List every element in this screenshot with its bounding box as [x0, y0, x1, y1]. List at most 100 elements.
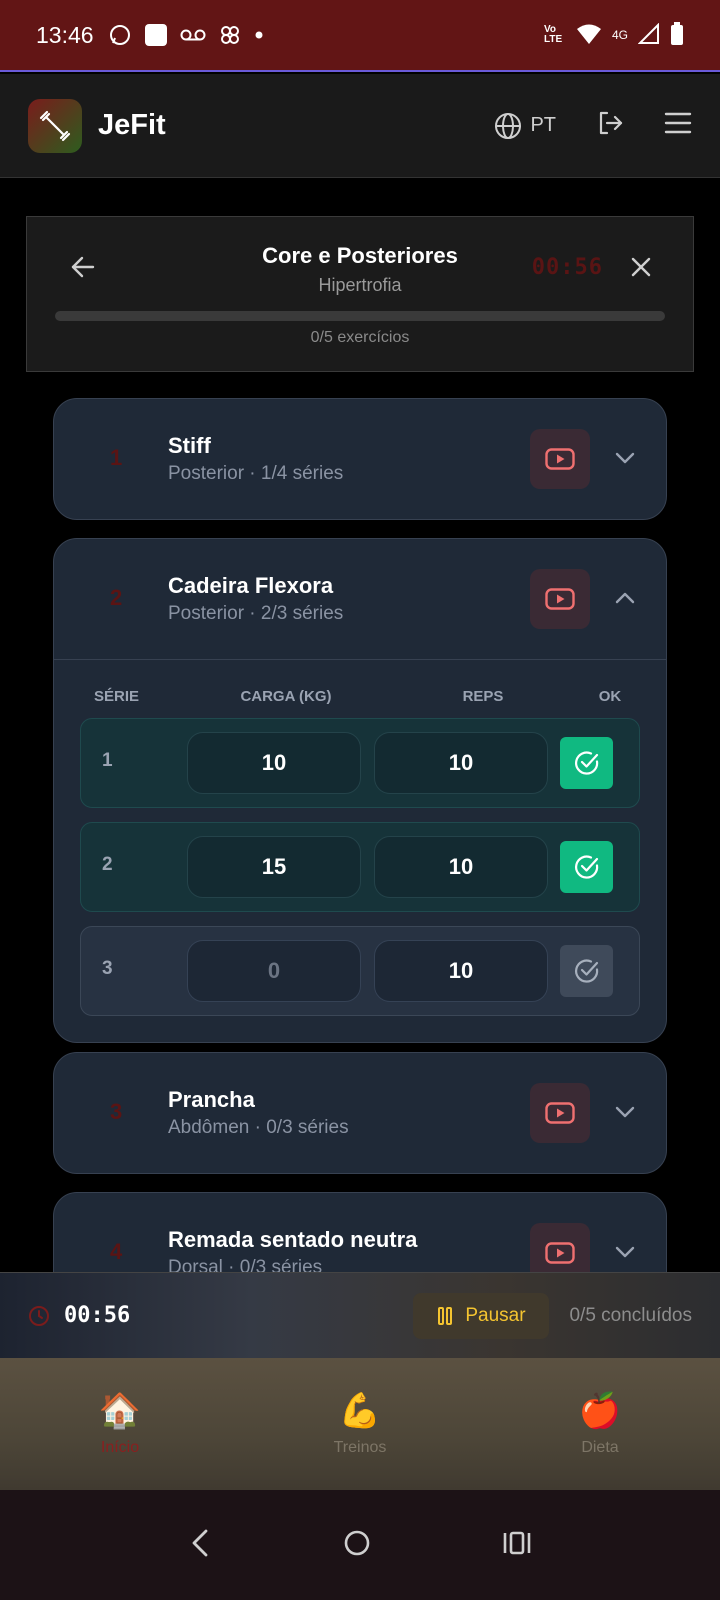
weight-input[interactable]: 15	[187, 836, 361, 898]
completed-count: 0/5 concluídos	[569, 1304, 692, 1326]
weight-input[interactable]: 0	[187, 940, 361, 1002]
expand-button[interactable]	[614, 447, 636, 474]
exercise-number: 2	[110, 585, 123, 610]
column-header-ok: OK	[598, 687, 622, 705]
logout-icon	[599, 111, 623, 135]
complete-set-button[interactable]	[560, 945, 613, 997]
more-notifications-dot-icon	[254, 30, 264, 40]
pause-icon	[438, 1306, 453, 1325]
nav-label: Dieta	[581, 1439, 619, 1456]
reps-input[interactable]: 10	[374, 836, 548, 898]
status-bar: 13:46 Vo LTE 4G	[0, 0, 720, 72]
close-button[interactable]	[629, 255, 653, 284]
check-circle-icon	[574, 855, 598, 879]
app-title: JeFit	[98, 109, 166, 141]
youtube-icon	[545, 1242, 575, 1264]
reps-input[interactable]: 10	[374, 940, 548, 1002]
system-recents-button[interactable]	[502, 1530, 532, 1561]
session-timer-value: 00:56	[64, 1303, 131, 1328]
nav-item-treinos[interactable]: 💪 Treinos	[240, 1358, 480, 1490]
language-switcher[interactable]: PT	[494, 112, 556, 140]
bottom-navigation: 🏠 Início 💪 Treinos 🍎 Dieta	[0, 1358, 720, 1490]
app-header: JeFit PT	[0, 74, 720, 178]
complete-set-button[interactable]	[560, 841, 613, 893]
weight-input[interactable]: 10	[187, 732, 361, 794]
exercise-header[interactable]: 1 Stiff Posterior · 1/4 séries	[54, 399, 666, 519]
set-number: 2	[102, 854, 113, 875]
column-header-carga: CARGA (KG)	[240, 687, 332, 705]
video-button[interactable]	[530, 429, 590, 489]
notification-icons	[108, 23, 264, 47]
nav-label: Treinos	[333, 1439, 387, 1456]
dumbbell-icon	[39, 110, 71, 141]
set-row: 1 10 10	[80, 718, 640, 808]
exercise-name: Cadeira Flexora	[168, 573, 334, 598]
voicemail-icon	[180, 27, 206, 43]
system-back-button[interactable]	[188, 1528, 212, 1563]
exercise-header[interactable]: 3 Prancha Abdômen · 0/3 séries	[54, 1053, 666, 1173]
globe-icon	[495, 112, 522, 139]
pinwheel-icon	[218, 23, 242, 47]
hamburger-menu-icon	[664, 112, 692, 134]
exercise-name: Prancha	[168, 1087, 255, 1112]
nav-label: Início	[100, 1439, 140, 1456]
pause-label: Pausar	[465, 1304, 526, 1326]
session-timer: 00:56	[28, 1303, 130, 1328]
exercise-card[interactable]: 1 Stiff Posterior · 1/4 séries	[53, 398, 667, 520]
exercise-number: 3	[110, 1099, 123, 1124]
system-navigation-bar	[0, 1490, 720, 1600]
youtube-icon	[545, 448, 575, 470]
language-label: PT	[530, 114, 556, 136]
check-circle-icon	[574, 959, 598, 983]
exercise-progress-text: 0/5 exercícios	[310, 329, 410, 346]
complete-set-button[interactable]	[560, 737, 613, 789]
video-button[interactable]	[530, 1083, 590, 1143]
pause-button[interactable]: Pausar	[413, 1292, 550, 1339]
sets-table-header: SÉRIE CARGA (KG) REPS OK	[80, 682, 640, 710]
nav-item-inicio[interactable]: 🏠 Início	[0, 1358, 240, 1490]
app-logo[interactable]	[28, 98, 82, 153]
app-notification-icon	[144, 23, 168, 47]
video-button[interactable]	[530, 569, 590, 629]
nav-item-dieta[interactable]: 🍎 Dieta	[480, 1358, 720, 1490]
menu-button[interactable]	[664, 111, 692, 140]
whatsapp-icon	[108, 23, 132, 47]
exercise-meta: Posterior · 1/4 séries	[168, 463, 344, 484]
set-number: 3	[102, 958, 113, 979]
exercise-card-expanded[interactable]: 2 Cadeira Flexora Posterior · 2/3 séries…	[53, 538, 667, 1043]
recent-apps-icon	[503, 1531, 531, 1554]
youtube-icon	[545, 588, 575, 610]
volte-icon: Vo LTE	[543, 24, 563, 45]
exercise-card[interactable]: 3 Prancha Abdômen · 0/3 séries	[53, 1052, 667, 1174]
close-icon	[631, 257, 651, 277]
network-type-label: 4G	[611, 28, 628, 42]
expand-button[interactable]	[614, 1101, 636, 1128]
exercise-meta: Abdômen · 0/3 séries	[168, 1117, 349, 1138]
system-home-button[interactable]	[342, 1528, 372, 1563]
apple-icon: 🍎	[578, 1392, 622, 1430]
clock-icon	[29, 1305, 49, 1326]
home-circle-icon	[344, 1530, 370, 1555]
chevron-down-icon	[615, 1106, 635, 1118]
logout-button[interactable]	[596, 109, 624, 142]
collapse-button[interactable]	[614, 587, 636, 614]
exercise-number: 1	[110, 445, 123, 470]
check-circle-icon	[574, 751, 598, 775]
signal-icon	[637, 22, 660, 48]
exercise-header[interactable]: 2 Cadeira Flexora Posterior · 2/3 séries	[54, 539, 666, 659]
set-number: 1	[102, 750, 113, 771]
sets-table: SÉRIE CARGA (KG) REPS OK 1 10 10 2 15 10…	[54, 659, 666, 1042]
home-icon: 🏠	[98, 1392, 142, 1430]
expand-button[interactable]	[614, 1241, 636, 1268]
exercise-name: Stiff	[168, 433, 211, 458]
workout-progress-bar	[55, 311, 665, 321]
status-time: 13:46	[36, 21, 94, 48]
workout-header-card: Core e Posteriores Hipertrofia 00:56 0/5…	[26, 216, 694, 372]
back-chevron-icon	[192, 1529, 208, 1556]
reps-input[interactable]: 10	[374, 732, 548, 794]
flexed-biceps-icon: 💪	[338, 1392, 382, 1430]
active-workout-bar: 00:56 Pausar 0/5 concluídos	[0, 1272, 720, 1358]
battery-icon	[670, 21, 684, 49]
system-status-icons: Vo LTE 4G	[543, 21, 684, 49]
chevron-down-icon	[615, 452, 635, 464]
